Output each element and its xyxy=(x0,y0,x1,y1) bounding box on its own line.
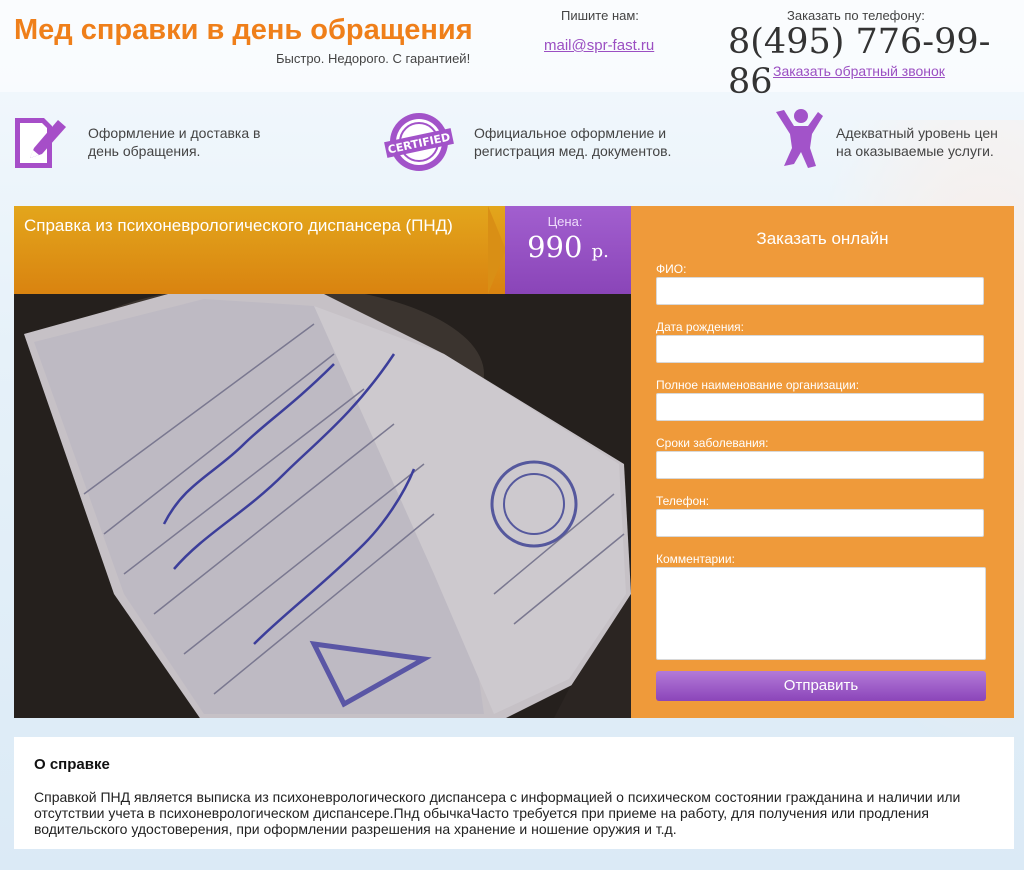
document-pen-icon xyxy=(12,112,70,177)
fio-input[interactable] xyxy=(656,277,984,305)
form-title: Заказать онлайн xyxy=(756,229,889,248)
certificate-photo xyxy=(14,294,631,718)
price-value: 990 р. xyxy=(505,230,631,264)
phone-number: 8(495) 776-99-86 xyxy=(728,22,991,102)
site-slogan: Быстро. Недорого. С гарантией! xyxy=(276,51,471,66)
feature-text: Адекватный уровень цен на оказываемые ус… xyxy=(836,125,998,159)
phone-label: Заказать по телефону: xyxy=(787,8,925,23)
about-text: Справкой ПНД является выписка из психоне… xyxy=(34,789,961,837)
jumping-person-icon xyxy=(772,106,824,177)
comments-label: Комментарии: xyxy=(656,552,735,566)
fio-label: ФИО: xyxy=(656,262,687,276)
about-section: О справке Справкой ПНД является выписка … xyxy=(14,737,1014,849)
callback-link[interactable]: Заказать обратный звонок xyxy=(773,63,945,79)
product-title: Справка из психоневрологического диспанс… xyxy=(24,216,453,235)
about-title: О справке xyxy=(34,756,110,773)
organization-input[interactable] xyxy=(656,393,984,421)
birthdate-input[interactable] xyxy=(656,335,984,363)
site-title: Мед справки в день обращения xyxy=(14,14,473,46)
email-link[interactable]: mail@spr-fast.ru xyxy=(544,37,654,54)
price-currency: р. xyxy=(591,241,609,262)
price-amount: 990 xyxy=(527,230,583,264)
price-box: Цена: 990 р. xyxy=(505,206,631,294)
illness-period-label: Сроки заболевания: xyxy=(656,436,769,450)
product-title-bar: Справка из психоневрологического диспанс… xyxy=(14,206,506,294)
birthdate-label: Дата рождения: xyxy=(656,320,744,334)
phone-field-label: Телефон: xyxy=(656,494,710,508)
header: Мед справки в день обращения Быстро. Нед… xyxy=(0,0,1024,102)
submit-button[interactable]: Отправить xyxy=(656,671,986,701)
feature-text: Оформление и доставка в день обращения. xyxy=(88,125,261,159)
feature-text: Официальное оформление и регистрация мед… xyxy=(474,125,672,159)
phone-input[interactable] xyxy=(656,509,984,537)
certified-stamp-icon: CERTIFIED xyxy=(383,110,455,179)
price-label: Цена: xyxy=(547,214,583,229)
price-notch xyxy=(488,206,506,294)
organization-label: Полное наименование организации: xyxy=(656,378,860,392)
order-form: Заказать онлайн ФИО: Дата рождения: Полн… xyxy=(631,206,1014,718)
illness-period-input[interactable] xyxy=(656,451,984,479)
comments-textarea[interactable] xyxy=(656,567,986,660)
email-label: Пишите нам: xyxy=(561,8,639,23)
